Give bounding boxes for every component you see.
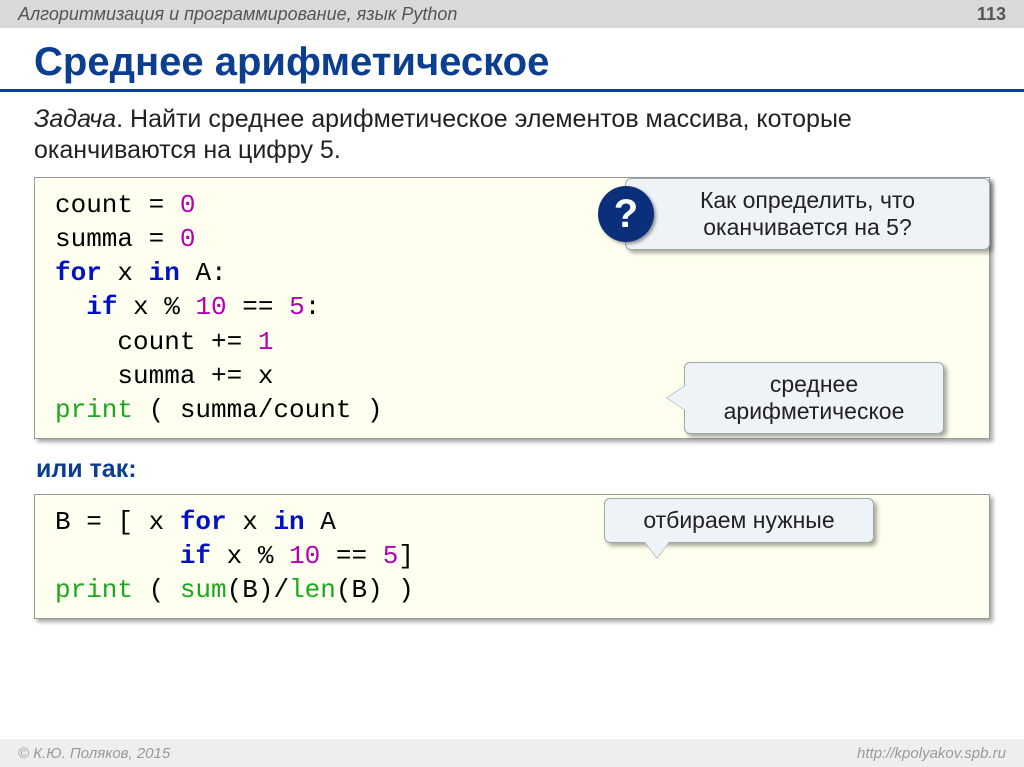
footer: © К.Ю. Поляков, 2015 http://kpolyakov.sp… (0, 739, 1024, 767)
callout-filter-text: отбираем нужные (643, 507, 834, 533)
slide-title: Среднее арифметическое (0, 28, 1024, 92)
callout-question: ? Как определить, что оканчивается на 5? (625, 178, 990, 250)
task-text: Задача. Найти среднее арифметическое эле… (34, 104, 990, 167)
course-title: Алгоритмизация и программирование, язык … (18, 4, 457, 25)
callout-mean: среднее арифметическое (684, 362, 944, 434)
callout-question-text: Как определить, что оканчивается на 5? (700, 187, 915, 240)
copyright: © К.Ю. Поляков, 2015 (18, 745, 170, 762)
or-label: или так: (36, 455, 990, 484)
footer-url: http://kpolyakov.spb.ru (857, 745, 1006, 762)
callout-mean-text: среднее арифметическое (724, 371, 905, 424)
page-number: 113 (977, 4, 1006, 25)
task-body: . Найти среднее арифметическое элементов… (34, 105, 852, 164)
task-lead: Задача (34, 105, 116, 133)
topbar: Алгоритмизация и программирование, язык … (0, 0, 1024, 28)
question-mark-icon: ? (598, 186, 654, 242)
callout-filter: отбираем нужные (604, 498, 874, 543)
